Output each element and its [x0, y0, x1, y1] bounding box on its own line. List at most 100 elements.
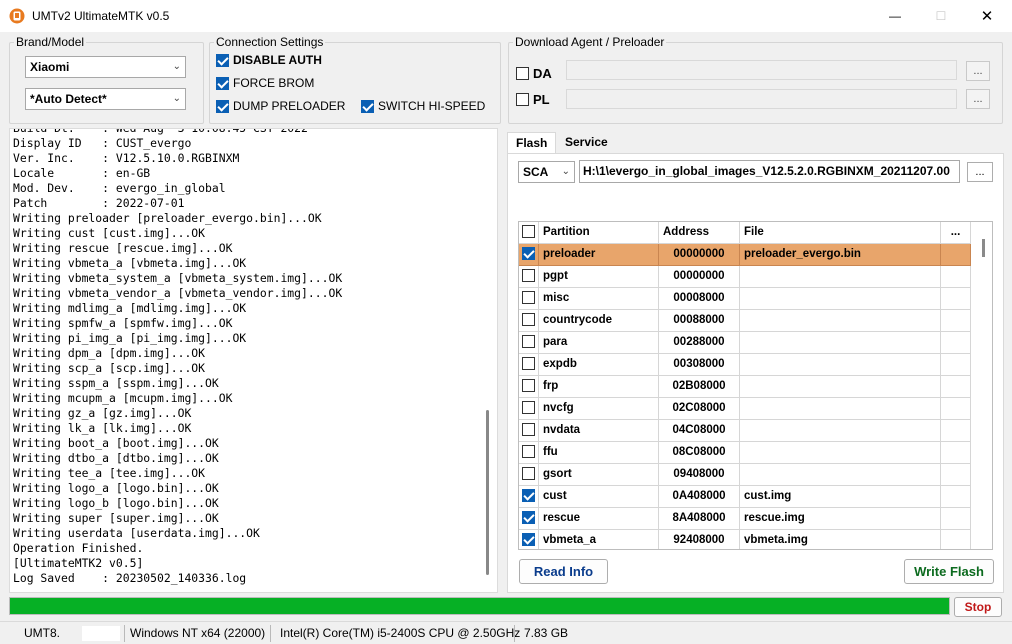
checkbox-unchecked-icon[interactable]	[522, 401, 535, 415]
partition-scroll-thumb[interactable]	[982, 239, 985, 257]
checkbox-unchecked-icon[interactable]	[522, 357, 535, 371]
log-output[interactable]: Build Dt. : Wed Aug 3 10:08:45 CST 2022 …	[9, 128, 498, 593]
row-checkbox-cell[interactable]	[519, 244, 539, 266]
table-row[interactable]: cust 0A408000 cust.img	[519, 486, 971, 508]
download-agent-title: Download Agent / Preloader	[513, 35, 667, 49]
brand-select[interactable]: Xiaomi ⌄	[25, 56, 186, 78]
disable-auth-checkbox[interactable]: DISABLE AUTH	[216, 53, 322, 67]
force-brom-checkbox[interactable]: FORCE BROM	[216, 76, 314, 90]
minimize-button[interactable]: —	[872, 0, 918, 32]
checkbox-unchecked-icon[interactable]	[522, 445, 535, 459]
row-checkbox-cell[interactable]	[519, 288, 539, 310]
row-browse-cell[interactable]	[941, 508, 971, 530]
table-row[interactable]: misc 00008000	[519, 288, 971, 310]
row-browse-cell[interactable]	[941, 354, 971, 376]
force-brom-label: FORCE BROM	[233, 76, 315, 90]
file-header[interactable]: File	[740, 222, 941, 244]
checkbox-checked-icon[interactable]	[522, 489, 535, 503]
checkbox-unchecked-icon[interactable]	[522, 291, 535, 305]
pl-browse-button[interactable]: ...	[966, 89, 990, 109]
model-select[interactable]: *Auto Detect* ⌄	[25, 88, 186, 110]
dump-preloader-checkbox[interactable]: DUMP PRELOADER	[216, 99, 345, 113]
table-row[interactable]: para 00288000	[519, 332, 971, 354]
row-browse-cell[interactable]	[941, 288, 971, 310]
row-checkbox-cell[interactable]	[519, 464, 539, 486]
table-row[interactable]: nvcfg 02C08000	[519, 398, 971, 420]
read-info-button[interactable]: Read Info	[519, 559, 608, 584]
row-checkbox-cell[interactable]	[519, 266, 539, 288]
partition-header[interactable]: Partition	[539, 222, 659, 244]
checkbox-unchecked-icon[interactable]	[522, 423, 535, 437]
row-browse-cell[interactable]	[941, 376, 971, 398]
checkbox-unchecked-icon[interactable]	[522, 313, 535, 327]
partition-name: rescue	[539, 508, 659, 530]
pl-path-field[interactable]	[566, 89, 957, 109]
table-row[interactable]: gsort 09408000	[519, 464, 971, 486]
tab-service[interactable]: Service	[557, 132, 616, 154]
table-row[interactable]: pgpt 00000000	[519, 266, 971, 288]
checkbox-unchecked-icon[interactable]	[516, 93, 529, 106]
firmware-browse-button[interactable]: ...	[967, 162, 993, 182]
switch-hispeed-checkbox[interactable]: SWITCH HI-SPEED	[361, 99, 485, 113]
checkbox-unchecked-icon[interactable]	[522, 335, 535, 349]
row-browse-cell[interactable]	[941, 442, 971, 464]
row-checkbox-cell[interactable]	[519, 376, 539, 398]
status-divider	[270, 625, 271, 642]
log-scrollbar[interactable]	[486, 410, 489, 575]
row-checkbox-cell[interactable]	[519, 310, 539, 332]
checkbox-unchecked-icon[interactable]	[522, 269, 535, 283]
checkbox-unchecked-icon[interactable]	[522, 225, 535, 239]
partition-file	[740, 398, 941, 420]
row-browse-cell[interactable]	[941, 398, 971, 420]
row-browse-cell[interactable]	[941, 486, 971, 508]
checkbox-checked-icon[interactable]	[522, 533, 535, 547]
maximize-button[interactable]: ☐	[918, 0, 964, 32]
row-checkbox-cell[interactable]	[519, 398, 539, 420]
checkbox-unchecked-icon[interactable]	[522, 467, 535, 481]
table-row[interactable]: countrycode 00088000	[519, 310, 971, 332]
checkbox-unchecked-icon[interactable]	[522, 379, 535, 393]
checkbox-checked-icon[interactable]	[216, 53, 229, 67]
row-checkbox-cell[interactable]	[519, 508, 539, 530]
write-flash-button[interactable]: Write Flash	[904, 559, 994, 584]
checkbox-checked-icon[interactable]	[522, 511, 535, 525]
more-header[interactable]: ...	[941, 222, 971, 244]
table-row[interactable]: rescue 8A408000 rescue.img	[519, 508, 971, 530]
row-checkbox-cell[interactable]	[519, 442, 539, 464]
checkbox-checked-icon[interactable]	[361, 99, 374, 113]
table-row[interactable]: ffu 08C08000	[519, 442, 971, 464]
stop-button[interactable]: Stop	[954, 597, 1002, 617]
row-browse-cell[interactable]	[941, 244, 971, 266]
da-browse-button[interactable]: ...	[966, 61, 990, 81]
row-checkbox-cell[interactable]	[519, 332, 539, 354]
row-browse-cell[interactable]	[941, 266, 971, 288]
row-checkbox-cell[interactable]	[519, 486, 539, 508]
row-browse-cell[interactable]	[941, 530, 971, 549]
row-browse-cell[interactable]	[941, 464, 971, 486]
checkbox-checked-icon[interactable]	[216, 99, 229, 113]
checkbox-checked-icon[interactable]	[216, 76, 229, 90]
partition-scrollbar[interactable]	[971, 222, 992, 549]
table-row[interactable]: preloader 00000000 preloader_evergo.bin	[519, 244, 971, 266]
table-row[interactable]: expdb 00308000	[519, 354, 971, 376]
pl-checkbox[interactable]: PL	[516, 92, 550, 107]
row-browse-cell[interactable]	[941, 332, 971, 354]
row-browse-cell[interactable]	[941, 310, 971, 332]
table-row[interactable]: nvdata 04C08000	[519, 420, 971, 442]
close-button[interactable]: ✕	[964, 0, 1010, 32]
da-checkbox[interactable]: DA	[516, 66, 552, 81]
row-checkbox-cell[interactable]	[519, 530, 539, 549]
row-checkbox-cell[interactable]	[519, 354, 539, 376]
tab-flash[interactable]: Flash	[507, 132, 557, 154]
da-path-field[interactable]	[566, 60, 957, 80]
firmware-path-field[interactable]: H:\1\evergo_in_global_images_V12.5.2.0.R…	[579, 160, 960, 183]
table-row[interactable]: vbmeta_a 92408000 vbmeta.img	[519, 530, 971, 549]
mode-select[interactable]: SCA ⌄	[518, 161, 575, 183]
row-browse-cell[interactable]	[941, 420, 971, 442]
checkbox-checked-icon[interactable]	[522, 247, 535, 261]
select-all-cell[interactable]	[519, 222, 539, 244]
table-row[interactable]: frp 02B08000	[519, 376, 971, 398]
address-header[interactable]: Address	[659, 222, 740, 244]
checkbox-unchecked-icon[interactable]	[516, 67, 529, 80]
row-checkbox-cell[interactable]	[519, 420, 539, 442]
